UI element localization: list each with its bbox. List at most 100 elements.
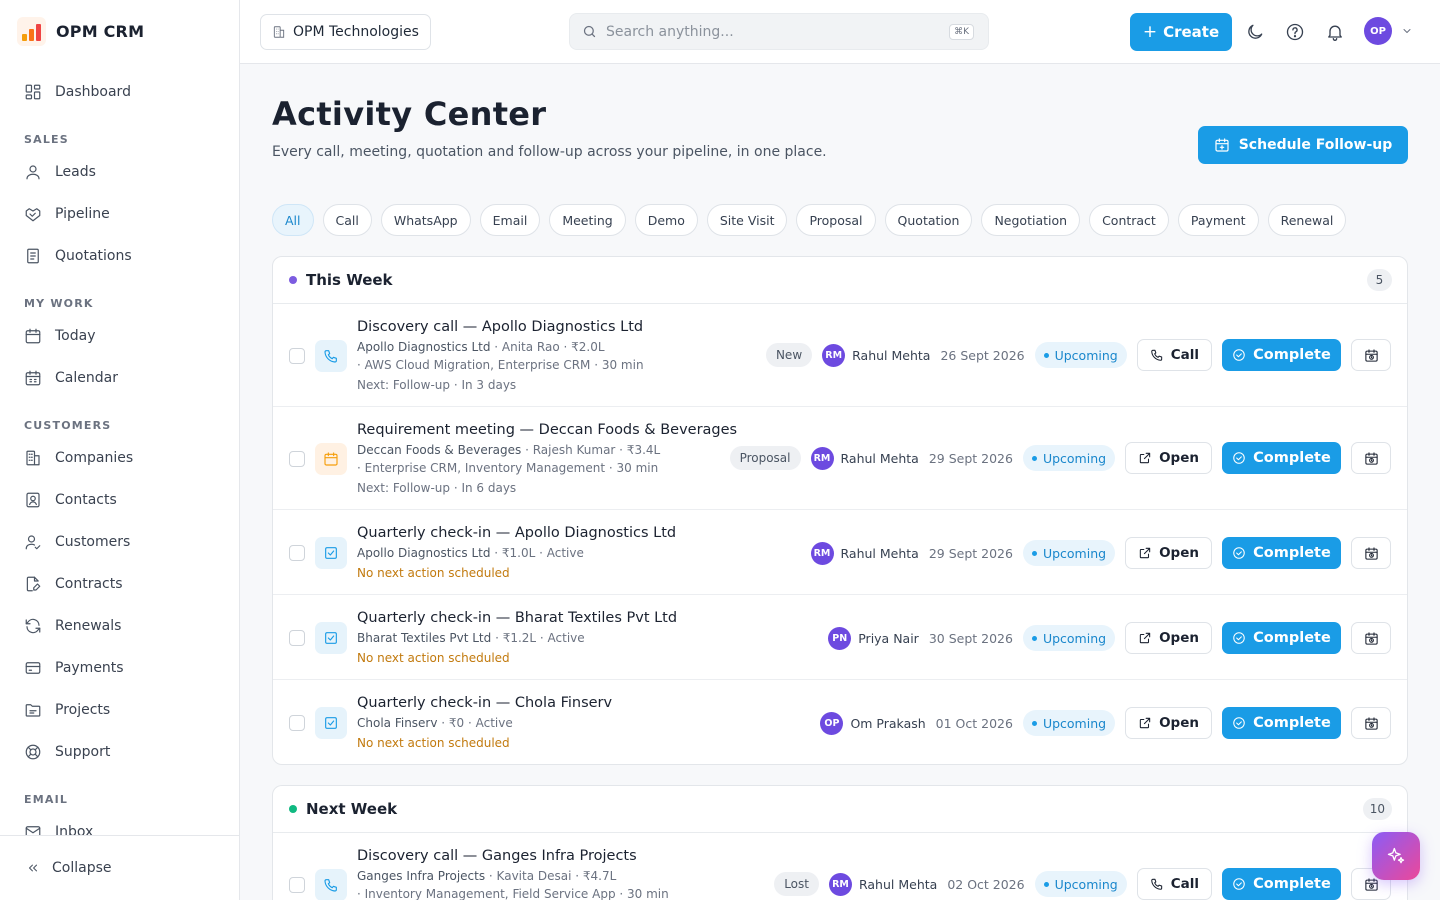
filter-chip-proposal[interactable]: Proposal bbox=[796, 204, 876, 236]
activity-next-step: Next: Follow-up · In 6 days bbox=[357, 481, 517, 495]
row-checkbox[interactable] bbox=[289, 545, 305, 561]
help-button[interactable] bbox=[1285, 22, 1305, 42]
sidebar-item-projects[interactable]: Projects bbox=[14, 692, 226, 728]
filter-chip-site-visit[interactable]: Site Visit bbox=[706, 204, 788, 236]
sidebar-item-leads[interactable]: Leads bbox=[14, 154, 226, 190]
call-button[interactable]: Call bbox=[1136, 868, 1212, 900]
org-switcher[interactable]: OPM Technologies bbox=[260, 14, 431, 50]
activity-row[interactable]: Quarterly check-in — Bharat Textiles Pvt… bbox=[273, 595, 1407, 680]
status-dot-icon bbox=[1031, 455, 1037, 461]
filter-chip-meeting[interactable]: Meeting bbox=[549, 204, 626, 236]
filter-chip-whatsapp[interactable]: WhatsApp bbox=[380, 204, 471, 236]
filter-chip-negotiation[interactable]: Negotiation bbox=[981, 204, 1081, 236]
row-checkbox[interactable] bbox=[289, 451, 305, 467]
row-checkbox[interactable] bbox=[289, 348, 305, 364]
row-actions: Proposal RM Rahul Mehta 29 Sept 2026 Upco… bbox=[729, 442, 1391, 474]
bell-icon bbox=[1328, 25, 1342, 41]
sidebar-item-pipeline[interactable]: Pipeline bbox=[14, 196, 226, 232]
complete-button[interactable]: Complete bbox=[1222, 707, 1341, 739]
activity-title[interactable]: Quarterly check-in — Bharat Textiles Pvt… bbox=[357, 610, 677, 626]
activity-title[interactable]: Quarterly check-in — Chola Finserv bbox=[357, 695, 612, 711]
activity-row[interactable]: Quarterly check-in — Chola Finserv Chola… bbox=[273, 680, 1407, 764]
group-dot bbox=[289, 805, 297, 813]
search-icon bbox=[583, 25, 596, 38]
sidebar-item-dashboard[interactable]: Dashboard bbox=[14, 74, 226, 110]
row-checkbox[interactable] bbox=[289, 715, 305, 731]
activity-meta-products: · Inventory Management, Field Service Ap… bbox=[357, 887, 669, 900]
activity-title[interactable]: Quarterly check-in — Apollo Diagnostics … bbox=[357, 525, 676, 541]
call-button[interactable]: Call bbox=[1136, 339, 1212, 371]
row-actions: PN Priya Nair 30 Sept 2026 Upcoming Open … bbox=[828, 622, 1391, 654]
search-box[interactable]: ⌘K bbox=[569, 13, 989, 50]
brand[interactable]: OPM CRM bbox=[17, 17, 144, 46]
search-input[interactable] bbox=[606, 23, 936, 40]
sidebar-item-support[interactable]: Support bbox=[14, 734, 226, 770]
user-avatar[interactable]: OP bbox=[1364, 17, 1392, 45]
group-count-badge: 10 bbox=[1362, 798, 1392, 820]
row-actions: OP Om Prakash 01 Oct 2026 Upcoming Open C… bbox=[820, 707, 1391, 739]
reschedule-button[interactable] bbox=[1351, 537, 1391, 569]
sidebar-item-inbox[interactable]: Inbox bbox=[14, 814, 226, 836]
row-checkbox[interactable] bbox=[289, 877, 305, 893]
filter-chip-contract[interactable]: Contract bbox=[1089, 204, 1169, 236]
sidebar-item-today[interactable]: Today bbox=[14, 318, 226, 354]
nav-section-sales: SALES bbox=[24, 133, 69, 146]
filter-chip-renewal[interactable]: Renewal bbox=[1267, 204, 1347, 236]
open-button[interactable]: Open bbox=[1125, 537, 1212, 569]
filter-chip-all[interactable]: All bbox=[272, 204, 314, 236]
reschedule-button[interactable] bbox=[1351, 622, 1391, 654]
row-checkbox[interactable] bbox=[289, 630, 305, 646]
open-button[interactable]: Open bbox=[1125, 442, 1212, 474]
status-badge: Upcoming bbox=[1022, 625, 1116, 651]
theme-toggle-button[interactable] bbox=[1245, 22, 1265, 42]
plus-icon: + bbox=[1142, 21, 1158, 42]
filter-chip-call[interactable]: Call bbox=[322, 204, 372, 236]
notifications-button[interactable] bbox=[1325, 22, 1345, 42]
ai-assistant-button[interactable] bbox=[1372, 832, 1420, 880]
complete-button[interactable]: Complete bbox=[1222, 868, 1341, 900]
activity-row[interactable]: Discovery call — Ganges Infra Projects G… bbox=[273, 833, 1407, 900]
reschedule-button[interactable] bbox=[1351, 442, 1391, 474]
complete-button[interactable]: Complete bbox=[1222, 537, 1341, 569]
sidebar-item-quotations[interactable]: Quotations bbox=[14, 238, 226, 274]
complete-button[interactable]: Complete bbox=[1222, 622, 1341, 654]
activity-title[interactable]: Requirement meeting — Deccan Foods & Bev… bbox=[357, 422, 737, 438]
schedule-follow-up-button[interactable]: Schedule Follow-up bbox=[1198, 126, 1408, 164]
page-subtitle: Every call, meeting, quotation and follo… bbox=[272, 144, 827, 160]
calendar-plus-icon bbox=[1215, 138, 1229, 152]
activity-title[interactable]: Discovery call — Ganges Infra Projects bbox=[357, 848, 637, 864]
open-button[interactable]: Open bbox=[1125, 622, 1212, 654]
sidebar-item-contracts[interactable]: Contracts bbox=[14, 566, 226, 602]
activity-row[interactable]: Requirement meeting — Deccan Foods & Bev… bbox=[273, 407, 1407, 510]
external-link-icon bbox=[1139, 452, 1151, 464]
filter-chip-payment[interactable]: Payment bbox=[1177, 204, 1259, 236]
checkbox-task-icon bbox=[325, 632, 337, 644]
nav-section-my-work: MY WORK bbox=[24, 297, 94, 310]
filter-chip-quotation[interactable]: Quotation bbox=[884, 204, 973, 236]
sidebar-item-payments[interactable]: Payments bbox=[14, 650, 226, 686]
sidebar-item-calendar[interactable]: Calendar bbox=[14, 360, 226, 396]
check-circle-icon bbox=[1233, 717, 1245, 729]
document-icon bbox=[27, 248, 39, 264]
sidebar-item-renewals[interactable]: Renewals bbox=[14, 608, 226, 644]
reschedule-button[interactable] bbox=[1351, 339, 1391, 371]
sidebar-item-companies[interactable]: Companies bbox=[14, 440, 226, 476]
check-circle-icon bbox=[1233, 878, 1245, 890]
filter-chip-email[interactable]: Email bbox=[479, 204, 541, 236]
sidebar-item-customers[interactable]: Customers bbox=[14, 524, 226, 560]
activity-type-badge bbox=[315, 537, 347, 569]
collapse-button[interactable]: Collapse bbox=[0, 835, 239, 900]
open-button[interactable]: Open bbox=[1125, 707, 1212, 739]
sidebar-item-contacts[interactable]: Contacts bbox=[14, 482, 226, 518]
activity-row[interactable]: Discovery call — Apollo Diagnostics Ltd … bbox=[273, 304, 1407, 407]
create-button[interactable]: + Create bbox=[1130, 13, 1232, 51]
activity-title[interactable]: Discovery call — Apollo Diagnostics Ltd bbox=[357, 319, 643, 335]
filter-chip-demo[interactable]: Demo bbox=[634, 204, 698, 236]
reschedule-button[interactable] bbox=[1351, 707, 1391, 739]
complete-button[interactable]: Complete bbox=[1222, 442, 1341, 474]
activity-meta: Bharat Textiles Pvt Ltd · ₹1.2L · Active bbox=[357, 631, 585, 645]
chevron-down-icon[interactable] bbox=[1401, 25, 1413, 37]
calendar-clock-icon bbox=[1364, 348, 1378, 362]
activity-row[interactable]: Quarterly check-in — Apollo Diagnostics … bbox=[273, 510, 1407, 595]
complete-button[interactable]: Complete bbox=[1222, 339, 1341, 371]
